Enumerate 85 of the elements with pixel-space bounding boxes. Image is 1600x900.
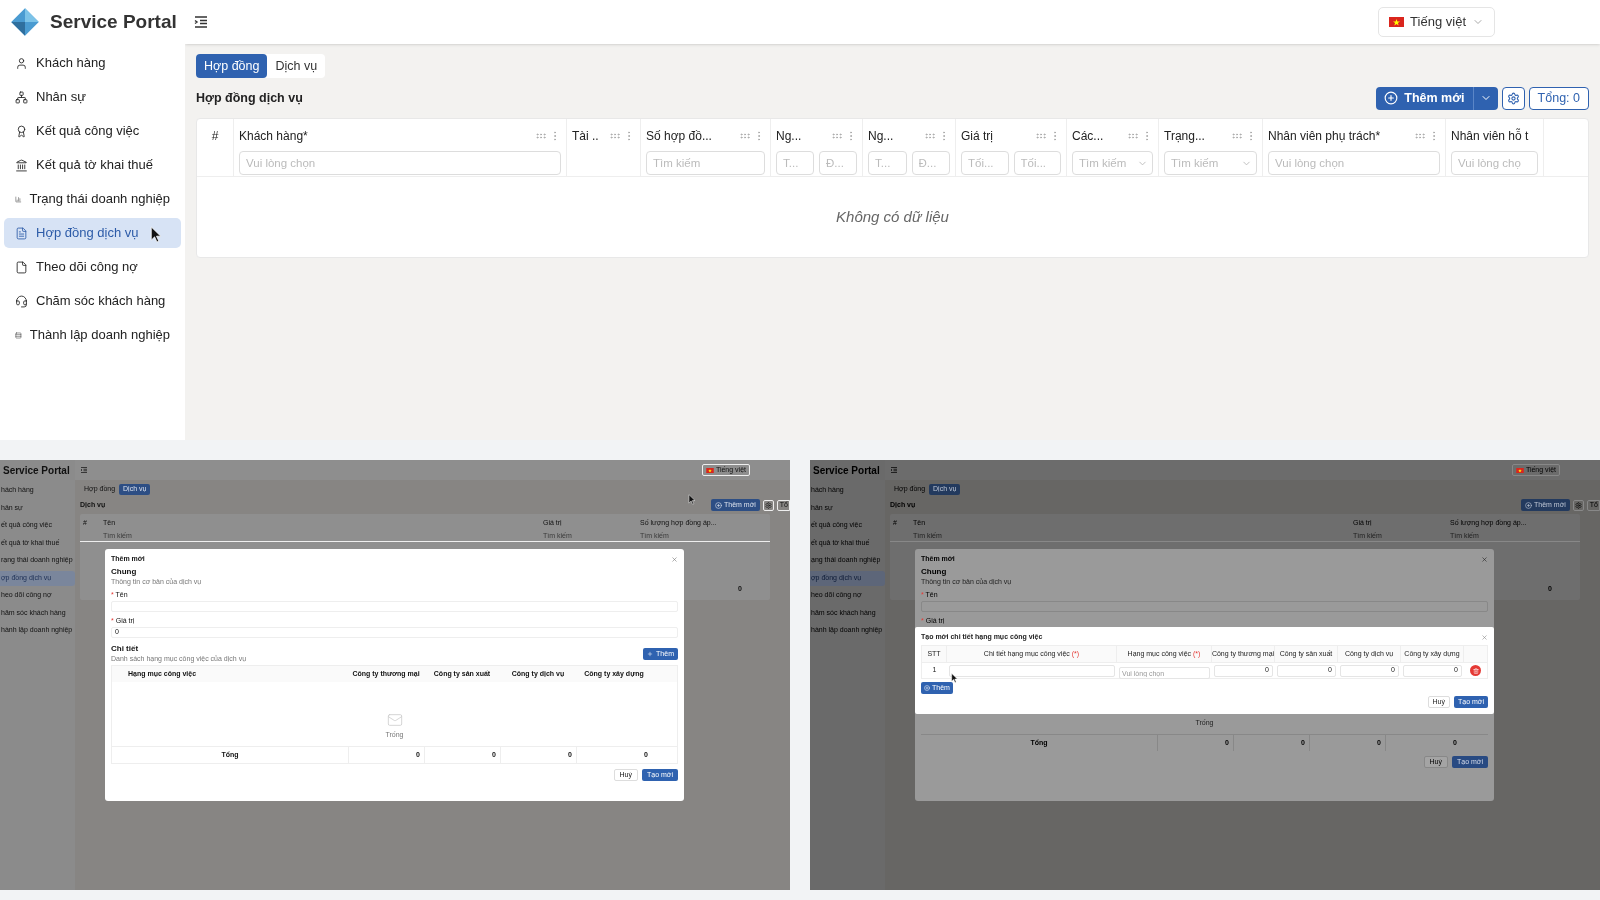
column-header: Giá trị xyxy=(961,128,993,145)
drag-handle-icon[interactable] xyxy=(831,130,843,142)
filter-field[interactable]: T... xyxy=(776,151,814,175)
column-header: Trạng... xyxy=(1164,128,1205,145)
filter-field[interactable]: Tối... xyxy=(1013,151,1061,175)
section-title: Chi tiết xyxy=(111,644,139,654)
delete-button[interactable] xyxy=(1470,665,1481,676)
filter-field[interactable]: Vui lòng chọn xyxy=(1268,151,1440,175)
column-header: Ng... xyxy=(776,128,802,145)
plus-circle-icon xyxy=(924,685,930,691)
cursor-icon xyxy=(150,226,162,243)
flag-icon xyxy=(1515,467,1524,473)
filter-field[interactable]: Tìm kiếm xyxy=(646,151,765,175)
page-heading: Hợp đồng dịch vụ xyxy=(196,89,303,107)
settings-button[interactable] xyxy=(1501,86,1525,110)
trash-icon xyxy=(1472,667,1479,674)
filter-field[interactable]: Đ... xyxy=(819,151,857,175)
user-icon xyxy=(15,56,28,70)
close-icon[interactable] xyxy=(671,555,678,563)
document-icon xyxy=(15,226,28,240)
empty-inbox-icon xyxy=(386,711,403,728)
column-header: Các... xyxy=(1072,128,1104,145)
sidebar-item[interactable]: Thành lập doanh nghiệp xyxy=(4,320,181,350)
column-header: # xyxy=(211,128,219,145)
sidebar-item[interactable]: Khách hàng xyxy=(4,48,181,78)
app-logo-text: Service Portal xyxy=(50,9,177,34)
award-icon xyxy=(15,124,28,138)
column-header: Số hợp đồ... xyxy=(646,128,712,145)
column-header: Ng... xyxy=(868,128,894,145)
settings-button[interactable] xyxy=(1572,499,1584,511)
plus-icon xyxy=(647,651,654,657)
drag-handle-icon[interactable] xyxy=(1231,130,1243,142)
language-select[interactable]: Tiếng việt xyxy=(1378,7,1495,37)
filter-select[interactable]: Tìm kiếm xyxy=(1072,151,1153,175)
close-icon[interactable] xyxy=(1481,555,1488,563)
filter-field[interactable]: T... xyxy=(868,151,907,175)
bank-icon xyxy=(15,158,28,172)
total-count: Tổng: 0 xyxy=(1528,86,1589,110)
app-logo-text: Service Portal xyxy=(3,463,70,478)
logo-icon xyxy=(10,7,40,37)
settings-icon xyxy=(1506,91,1520,105)
cursor-icon xyxy=(688,494,696,505)
filter-field[interactable]: Đ... xyxy=(911,151,950,175)
empty-message: Không có dữ liệu xyxy=(836,206,949,227)
flag-icon xyxy=(705,467,714,473)
file-icon xyxy=(15,260,28,274)
sidebar-item[interactable]: Kết quả tờ khai thuế xyxy=(4,150,181,180)
filter-field[interactable]: Vui lòng chọn xyxy=(239,151,561,175)
section-title: Chung xyxy=(921,567,947,577)
column-header: Nhân viên phụ trách* xyxy=(1268,128,1381,145)
filter-field[interactable]: Tối... xyxy=(961,151,1009,175)
drag-handle-icon[interactable] xyxy=(1035,130,1047,142)
drag-handle-icon[interactable] xyxy=(609,130,621,142)
sidebar-item[interactable]: Trạng thái doanh nghiệp xyxy=(4,184,181,214)
filter-field[interactable]: Vui lòng chọ xyxy=(1451,151,1538,175)
plus-circle-icon xyxy=(1525,501,1532,509)
settings-icon xyxy=(1574,501,1582,509)
sidebar-item[interactable]: Theo dõi công nợ xyxy=(4,252,181,282)
add-button[interactable]: Thêm mới xyxy=(1376,86,1473,110)
plus-circle-icon xyxy=(715,501,722,509)
tab[interactable]: Dịch vụ xyxy=(267,54,326,78)
sidebar-item[interactable]: Nhân sự xyxy=(4,82,181,112)
column-header: Tài .. xyxy=(572,128,599,145)
cursor-icon xyxy=(951,673,958,683)
filter-select[interactable]: Tìm kiếm xyxy=(1164,151,1257,175)
headset-icon xyxy=(15,294,28,308)
flag-icon xyxy=(1389,17,1405,27)
network-icon xyxy=(15,90,28,104)
sidebar-item[interactable]: Kết quả công việc xyxy=(4,116,181,146)
plus-circle-icon xyxy=(1384,91,1399,105)
drag-handle-icon[interactable] xyxy=(535,130,547,142)
drag-handle-icon[interactable] xyxy=(1414,130,1426,142)
section-title: Chung xyxy=(111,567,137,577)
drag-handle-icon[interactable] xyxy=(924,130,936,142)
sidebar-item[interactable]: Hợp đồng dịch vụ xyxy=(4,218,181,248)
sidebar-item[interactable]: Chăm sóc khách hàng xyxy=(4,286,181,316)
menu-icon[interactable] xyxy=(193,14,209,30)
drag-handle-icon[interactable] xyxy=(1127,130,1139,142)
close-icon[interactable] xyxy=(1481,633,1488,641)
column-header: Nhân viên hỗ t xyxy=(1451,127,1529,145)
app-logo-text: Service Portal xyxy=(813,463,880,478)
drag-handle-icon[interactable] xyxy=(739,130,751,142)
settings-icon xyxy=(764,501,772,509)
tab[interactable]: Hợp đồng xyxy=(196,54,268,78)
column-header: Khách hàng* xyxy=(239,128,308,145)
